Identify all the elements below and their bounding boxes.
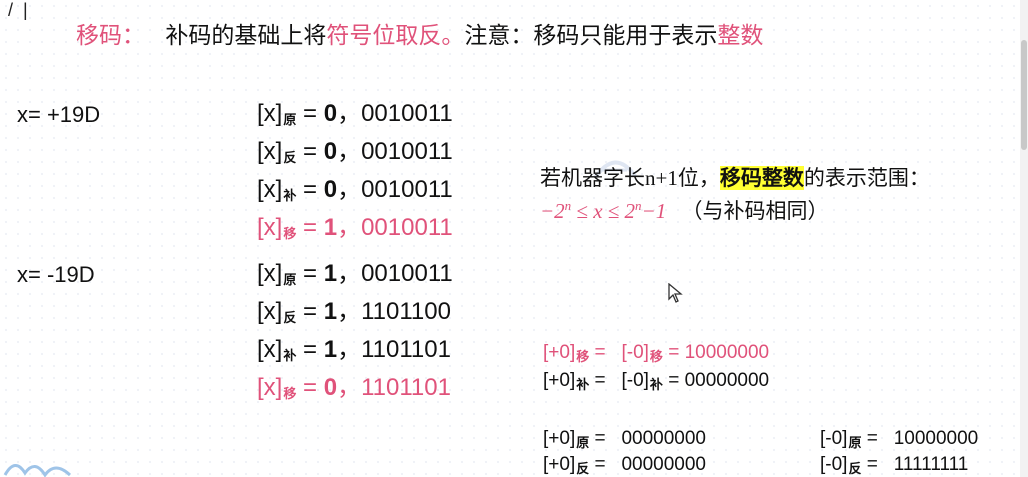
title-part2: 注意：移码只能用于表示: [464, 22, 718, 48]
code-row-yuan: [x]原 = 1，0010011: [257, 260, 453, 287]
range-formula: −2n ≤ x ≤ 2n−1 （与补码相同）: [540, 198, 829, 223]
range-highlight: 移码整数: [719, 166, 804, 190]
zero-bu-row: [+0]补 = [-0]补 = 00000000: [543, 370, 770, 392]
scrollbar-thumb[interactable]: [1021, 40, 1027, 150]
zero-fan-pos: [+0]反 = 00000000: [543, 454, 707, 476]
corner-mark: / |: [8, 0, 28, 20]
vertical-scrollbar[interactable]: [1020, 0, 1028, 477]
logo-icon: [3, 464, 72, 477]
code-row-yuan: [x]原 = 0，0010011: [257, 100, 453, 127]
code-row-yi: [x]移 = 0，1101101: [257, 374, 451, 401]
negative-codes: [x]原 = 1，0010011 [x]反 = 1，1101100 [x]补 =…: [257, 258, 453, 410]
x-negative-label: x= -19D: [17, 262, 95, 287]
dotted-background: [0, 0, 1028, 477]
zero-yi-row: [+0]移 = [-0]移 = 10000000: [543, 342, 770, 364]
code-row-bu: [x]补 = 1，1101101: [257, 336, 451, 363]
zero-fan-neg: [-0]反 = 11111111: [820, 454, 969, 476]
title-term: 移码：: [76, 22, 145, 48]
title-part1: 补码的基础上将: [165, 22, 327, 48]
code-row-fan: [x]反 = 0，0010011: [257, 138, 453, 165]
positive-codes: [x]原 = 0，0010011 [x]反 = 0，0010011 [x]补 =…: [257, 98, 453, 250]
zero-yuan-pos: [+0]原 = 00000000: [543, 428, 707, 450]
title-emph1: 符号位取反。: [326, 22, 465, 48]
title-emph2: 整数: [717, 22, 764, 48]
code-row-fan: [x]反 = 1，1101100: [257, 298, 451, 325]
zero-yuan-neg: [-0]原 = 10000000: [820, 428, 979, 450]
mouse-cursor-icon: [668, 283, 683, 303]
code-row-yi: [x]移 = 1，0010011: [257, 214, 453, 241]
code-row-bu: [x]补 = 0，0010011: [257, 176, 453, 203]
range-description: 若机器字长n+1位，移码整数的表示范围：: [540, 166, 930, 190]
x-positive-label: x= +19D: [17, 102, 101, 127]
page-title: 移码： 补码的基础上将符号位取反。注意：移码只能用于表示整数: [76, 16, 763, 50]
